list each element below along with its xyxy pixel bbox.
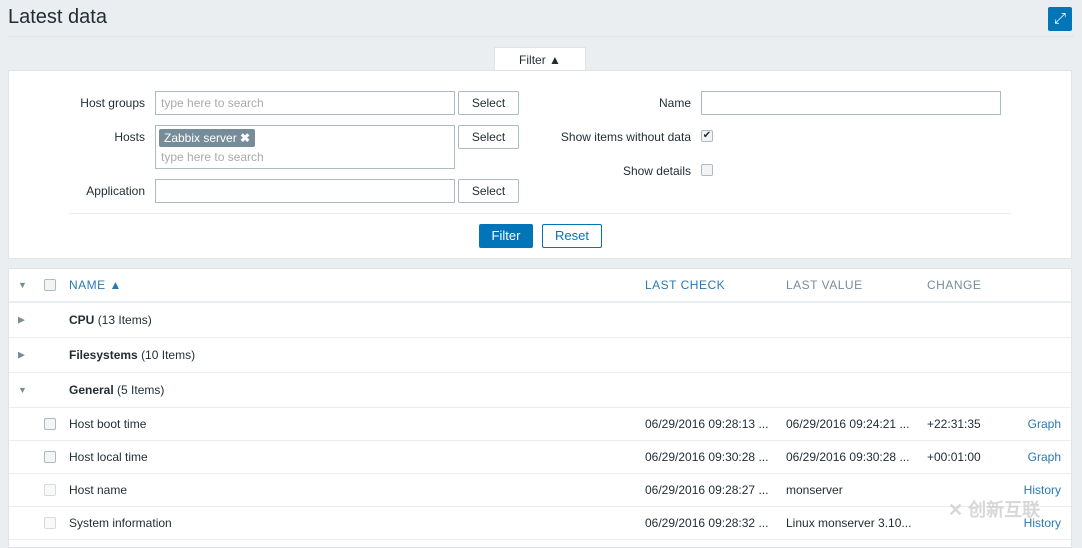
host-groups-input[interactable]: type here to search [155,91,455,115]
item-checkbox[interactable] [44,517,56,529]
group-name: Filesystems [69,348,138,362]
table-header: ▼ NAME ▲ LAST CHECK LAST VALUE CHANGE [9,269,1071,303]
table-row: System information 06/29/2016 09:28:32 .… [9,507,1071,540]
collapse-icon[interactable]: ▼ [18,385,27,395]
item-link[interactable]: Graph [1028,450,1061,464]
name-input[interactable] [701,91,1001,115]
fullscreen-icon[interactable]: ⤢ [1048,7,1072,31]
group-label: CPU (13 Items) [69,313,152,327]
item-last-check: 06/29/2016 09:30:28 ... [645,450,769,464]
table-row: Host local time 06/29/2016 09:30:28 ... … [9,441,1071,474]
item-link[interactable]: History [1024,483,1061,497]
name-label: Name [658,96,691,110]
host-groups-label: Host groups [80,96,145,110]
filter-tab[interactable]: Filter ▲ [494,47,586,71]
table-row: Host boot time 06/29/2016 09:28:13 ... 0… [9,408,1071,441]
collapse-all-icon[interactable]: ▼ [18,280,27,290]
item-checkbox[interactable] [44,451,56,463]
application-label: Application [86,184,145,198]
item-last-value: 06/29/2016 09:30:28 ... [786,450,910,464]
change-column-header: CHANGE [927,278,982,292]
group-row[interactable]: ▶ Filesystems (10 Items) [9,338,1071,373]
name-column-header[interactable]: NAME ▲ [69,278,122,292]
show-details-checkbox[interactable] [701,164,713,176]
table-row: Host name 06/29/2016 09:28:27 ... monser… [9,474,1071,507]
show-without-data-label: Show items without data [560,130,691,144]
application-select-button[interactable]: Select [458,179,519,203]
hosts-label: Hosts [114,130,145,144]
group-label: General (5 Items) [69,383,164,397]
host-groups-select-button[interactable]: Select [458,91,519,115]
group-row[interactable]: ▶ CPU (13 Items) [9,303,1071,338]
show-without-data-checkbox[interactable]: ✔ [701,130,713,142]
item-change: +00:01:00 [927,450,981,464]
item-name: Host boot time [69,417,147,431]
watermark-logo: ✕ 创新互联 [948,500,1041,520]
item-last-value: Linux monserver 3.10... [786,516,912,530]
application-input[interactable] [155,179,455,203]
select-all-checkbox[interactable] [44,279,56,291]
hosts-input[interactable]: Zabbix server ✖ type here to search [155,125,455,169]
hosts-placeholder: type here to search [161,150,264,164]
item-last-check: 06/29/2016 09:28:32 ... [645,516,769,530]
last-check-column-header[interactable]: LAST CHECK [645,278,725,292]
item-name: System information [69,516,172,530]
filter-button[interactable]: Filter [479,224,533,248]
item-checkbox[interactable] [44,418,56,430]
item-last-value: 06/29/2016 09:24:21 ... [786,417,910,431]
expand-icon[interactable]: ▶ [18,315,25,326]
item-checkbox[interactable] [44,484,56,496]
last-value-column-header: LAST VALUE [786,278,863,292]
divider [8,36,1074,37]
item-change: +22:31:35 [927,417,981,431]
group-count: (13 Items) [97,313,152,327]
remove-icon[interactable]: ✖ [240,131,250,145]
divider [69,213,1011,214]
expand-icon[interactable]: ▶ [18,350,25,361]
item-name: Host local time [69,450,148,464]
group-row[interactable]: ▼ General (5 Items) [9,373,1071,408]
filter-panel: Host groups type here to search Select H… [8,70,1072,259]
item-link[interactable]: Graph [1028,417,1061,431]
group-name: General [69,383,114,397]
latest-data-table: ▼ NAME ▲ LAST CHECK LAST VALUE CHANGE ▶ … [8,268,1072,548]
group-count: (5 Items) [117,383,165,397]
item-name: Host name [69,483,128,497]
group-count: (10 Items) [141,348,196,362]
group-name: CPU [69,313,95,327]
reset-button[interactable]: Reset [542,224,602,248]
item-last-check: 06/29/2016 09:28:13 ... [645,417,769,431]
host-chip-label: Zabbix server [164,131,237,145]
item-last-value: monserver [786,483,843,497]
host-chip: Zabbix server ✖ [159,129,256,147]
page-title: Latest data [8,6,107,28]
item-last-check: 06/29/2016 09:28:27 ... [645,483,769,497]
group-label: Filesystems (10 Items) [69,348,195,362]
show-details-label: Show details [622,164,691,178]
